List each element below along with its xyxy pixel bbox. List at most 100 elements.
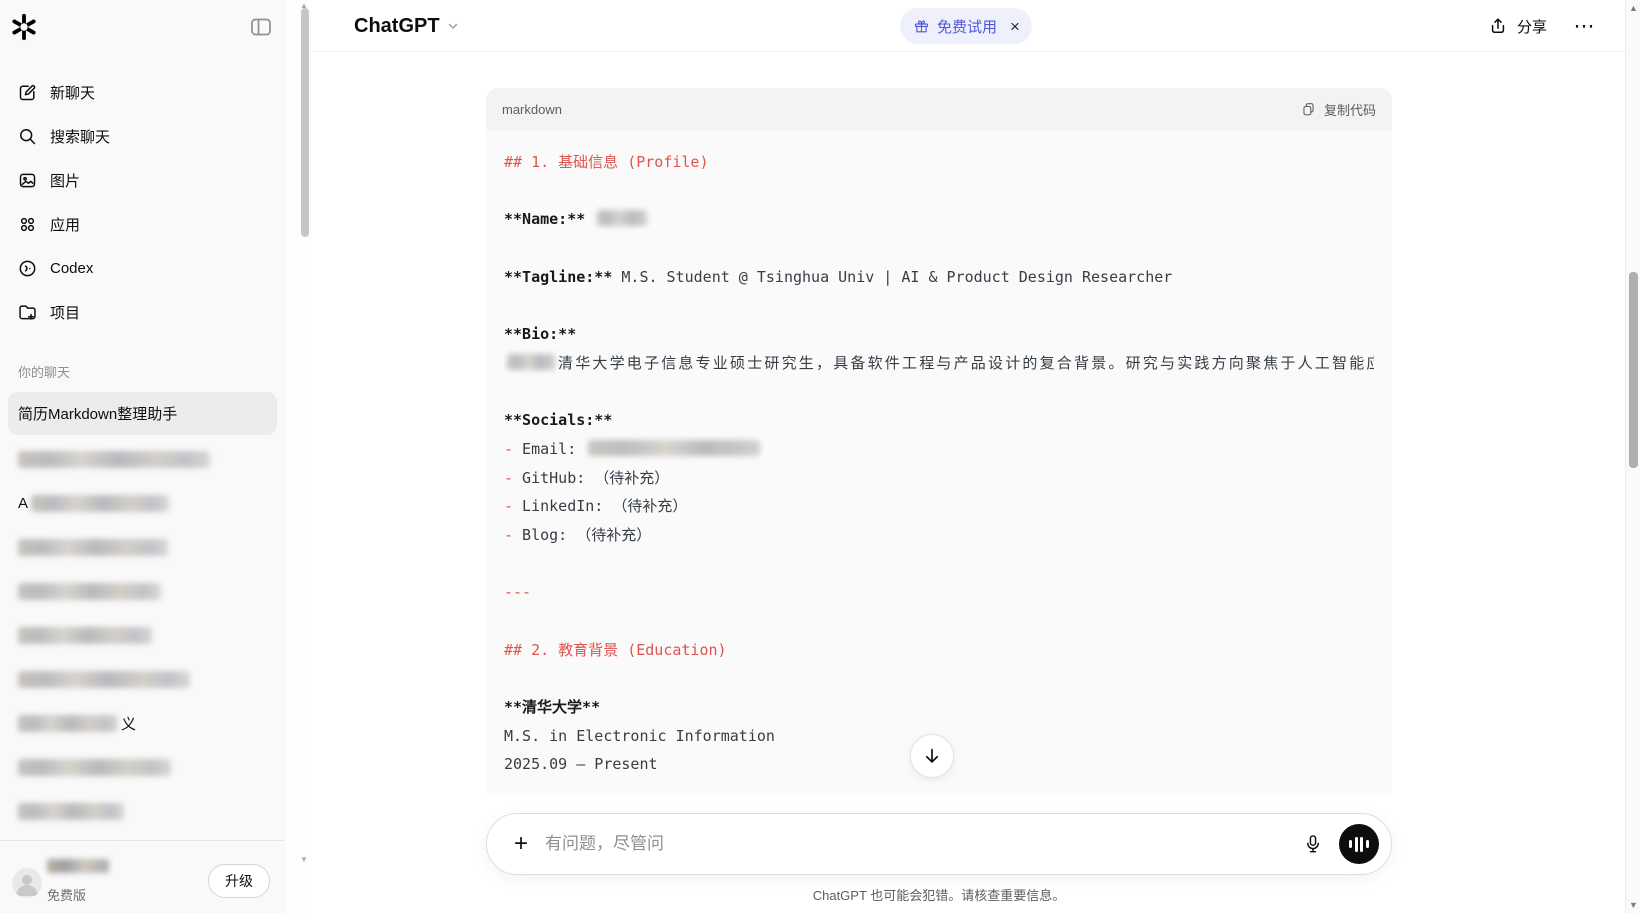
code-line: 清华大学电子信息专业硕士研究生，具备软件工程与产品设计的复合背景。研究与实践方向… — [504, 349, 1374, 378]
code-line — [504, 550, 1374, 579]
code-line: **Socials:** — [504, 406, 1374, 435]
profile-row[interactable]: 免费版 升级 — [0, 840, 285, 913]
arrow-down-icon — [921, 745, 943, 767]
scroll-up-icon[interactable]: ▲ — [1629, 3, 1638, 13]
sidebar-chat-redacted[interactable]: A — [8, 481, 277, 525]
codex-icon — [16, 257, 38, 279]
code-line: - GitHub: （待补充） — [504, 464, 1374, 493]
redacted-text — [31, 495, 169, 512]
sidebar-scrollbar-thumb[interactable] — [301, 8, 309, 237]
redacted-text — [18, 671, 190, 688]
code-line: - Blog: （待补充） — [504, 521, 1374, 550]
image-icon — [16, 169, 38, 191]
code-line — [504, 234, 1374, 263]
composer: + — [486, 813, 1392, 875]
scroll-down-icon[interactable]: ▼ — [1629, 900, 1638, 910]
code-line — [504, 664, 1374, 693]
code-content: ## 1. 基础信息 (Profile) **Name:** **Tagline:… — [486, 130, 1392, 779]
scroll-down-icon[interactable]: ▼ — [300, 855, 308, 864]
code-language-label: markdown — [502, 102, 562, 117]
sidebar-item-new-chat[interactable]: 新聊天 — [6, 71, 279, 113]
sidebar-item-codex[interactable]: Codex — [6, 247, 279, 289]
redacted-text — [588, 440, 760, 456]
code-line: **Bio:** — [504, 320, 1374, 349]
sidebar-chat-redacted[interactable]: 义 — [8, 701, 277, 745]
copy-code-button[interactable]: 复制代码 — [1300, 100, 1376, 119]
message-input[interactable] — [545, 834, 1295, 854]
code-line: ## 2. 教育背景 (Education) — [504, 636, 1374, 665]
sidebar-chat-redacted[interactable] — [8, 437, 277, 481]
sidebar-item-label: 项目 — [50, 302, 80, 323]
sidebar-chat-redacted[interactable] — [8, 745, 277, 789]
badge-close-icon[interactable]: × — [1010, 18, 1020, 35]
waveform-icon — [1349, 840, 1352, 848]
redacted-text — [597, 210, 647, 226]
window-scrollbar: ▲ ▼ — [1625, 0, 1640, 913]
sidebar-chat-redacted[interactable] — [8, 657, 277, 701]
sidebar-chat-redacted[interactable] — [8, 569, 277, 613]
chats-section-label: 你的聊天 — [18, 362, 70, 381]
gift-icon — [913, 18, 930, 35]
search-icon — [16, 125, 38, 147]
redacted-text — [18, 451, 210, 468]
code-line — [504, 291, 1374, 320]
copy-icon — [1300, 101, 1317, 118]
scroll-to-bottom-button[interactable] — [910, 734, 954, 778]
code-line: **清华大学** — [504, 693, 1374, 722]
sidebar-chat-redacted[interactable] — [8, 613, 277, 657]
code-line: ## 1. 基础信息 (Profile) — [504, 148, 1374, 177]
model-switcher[interactable]: ChatGPT — [342, 0, 472, 52]
sidebar-chat-redacted[interactable] — [8, 789, 277, 833]
new-chat-icon — [16, 81, 38, 103]
sidebar-item-images[interactable]: 图片 — [6, 159, 279, 201]
code-block-header: markdown 复制代码 — [486, 88, 1392, 130]
code-line — [504, 378, 1374, 407]
code-line — [504, 607, 1374, 636]
topbar: ChatGPT 免费试用 × 分享 — [312, 0, 1625, 52]
sidebar-item-projects[interactable]: 项目 — [6, 291, 279, 333]
share-button[interactable]: 分享 — [1478, 8, 1557, 44]
openai-logo-icon[interactable] — [10, 13, 38, 41]
upgrade-button[interactable]: 升级 — [208, 864, 270, 898]
redacted-text — [18, 715, 118, 732]
free-trial-label: 免费试用 — [937, 16, 997, 37]
free-trial-badge[interactable]: 免费试用 × — [900, 8, 1032, 44]
sidebar-chat-redacted[interactable] — [8, 525, 277, 569]
redacted-text — [18, 583, 161, 600]
code-line: - Email: — [504, 435, 1374, 464]
code-line: - LinkedIn: （待补充） — [504, 492, 1374, 521]
code-line: **Name:** — [504, 205, 1374, 234]
sidebar-chat-active[interactable]: 简历Markdown整理助手 — [8, 392, 277, 435]
copy-code-label: 复制代码 — [1324, 100, 1376, 119]
sidebar-header — [0, 0, 285, 56]
redacted-text — [18, 759, 171, 776]
sidebar-scrollbar: ▲ ▼ — [285, 0, 312, 913]
sidebar-item-label: Codex — [50, 260, 93, 277]
disclaimer-text: ChatGPT 也可能会犯错。请核查重要信息。 — [486, 885, 1392, 904]
sidebar-item-search-chats[interactable]: 搜索聊天 — [6, 115, 279, 157]
chatgpt-window: 新聊天 搜索聊天 图片 — [0, 0, 1640, 913]
sidebar-item-label: 新聊天 — [50, 82, 95, 103]
redacted-text — [507, 354, 555, 370]
mic-button[interactable] — [1295, 826, 1331, 862]
share-icon — [1488, 16, 1508, 36]
profile-name-redacted — [47, 859, 109, 873]
sidebar-item-label: 应用 — [50, 214, 80, 235]
sidebar-item-apps[interactable]: 应用 — [6, 203, 279, 245]
voice-mode-button[interactable] — [1339, 824, 1379, 864]
attach-plus-button[interactable]: + — [505, 828, 537, 860]
microphone-icon — [1302, 833, 1324, 855]
chevron-down-icon — [446, 19, 460, 33]
plan-label: 免费版 — [47, 885, 86, 904]
sidebar-item-label: 搜索聊天 — [50, 126, 110, 147]
sidebar-toggle-icon[interactable] — [249, 15, 273, 39]
code-line: **Tagline:** M.S. Student @ Tsinghua Uni… — [504, 263, 1374, 292]
main-area: ChatGPT 免费试用 × 分享 — [312, 0, 1625, 913]
sidebar: 新聊天 搜索聊天 图片 — [0, 0, 285, 913]
avatar — [12, 868, 42, 898]
share-label: 分享 — [1517, 16, 1547, 37]
more-options-button[interactable]: ⋯ — [1564, 8, 1604, 44]
apps-icon — [16, 213, 38, 235]
projects-folder-icon — [16, 301, 38, 323]
window-scrollbar-thumb[interactable] — [1629, 272, 1638, 468]
